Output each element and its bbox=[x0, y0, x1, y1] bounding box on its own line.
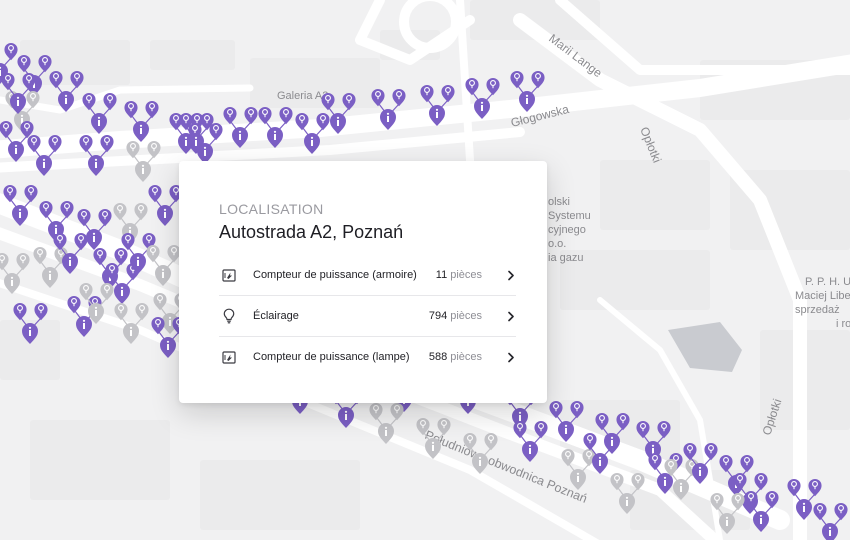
row-count: 588 pièces bbox=[428, 351, 482, 363]
map-label-galeria: Galeria A2 bbox=[277, 90, 328, 102]
city-block bbox=[30, 420, 170, 500]
city-block bbox=[600, 160, 710, 230]
map-label-poi-2: Systemu bbox=[548, 210, 591, 222]
chevron-right-icon[interactable] bbox=[506, 351, 516, 363]
map-label-poi-4: o.o. bbox=[548, 238, 566, 250]
row-count: 794 pièces bbox=[428, 310, 482, 322]
city-block bbox=[150, 40, 235, 70]
map-label-pphu-3: sprzedaż bbox=[795, 304, 840, 316]
row-count: 11 pièces bbox=[435, 269, 482, 281]
row-label: Éclairage bbox=[253, 310, 299, 322]
meter-icon bbox=[221, 267, 237, 283]
map-label-poi-5: ia gazu bbox=[548, 252, 583, 264]
card-eyebrow: LOCALISATION bbox=[219, 201, 324, 217]
row-label: Compteur de puissance (armoire) bbox=[253, 269, 417, 281]
chevron-right-icon[interactable] bbox=[506, 269, 516, 281]
location-title: Autostrada A2, Poznań bbox=[219, 222, 404, 242]
map-label-poi-3: cyjnego bbox=[548, 224, 586, 236]
bulb-icon bbox=[221, 308, 237, 324]
map-label-pphu-1: P. P. H. U bbox=[805, 276, 850, 288]
map-label-pphu-4: i ro bbox=[836, 318, 850, 330]
row-meter-lamp[interactable]: Compteur de puissance (lampe) 588 pièces bbox=[219, 337, 516, 377]
row-label: Compteur de puissance (lampe) bbox=[253, 351, 410, 363]
info-marker-icon bbox=[822, 523, 838, 540]
location-card: LOCALISATION Autostrada A2, Poznań Compt… bbox=[179, 161, 547, 403]
meter-icon bbox=[221, 349, 237, 365]
row-lighting[interactable]: Éclairage 794 pièces bbox=[219, 296, 516, 336]
city-block bbox=[200, 460, 360, 530]
chevron-right-icon[interactable] bbox=[506, 310, 516, 322]
map-label-pphu-2: Maciej Libe bbox=[795, 290, 850, 302]
map-label-poi-1: olski bbox=[548, 196, 570, 208]
row-meter-cabinet[interactable]: Compteur de puissance (armoire) 11 pièces bbox=[219, 255, 516, 295]
